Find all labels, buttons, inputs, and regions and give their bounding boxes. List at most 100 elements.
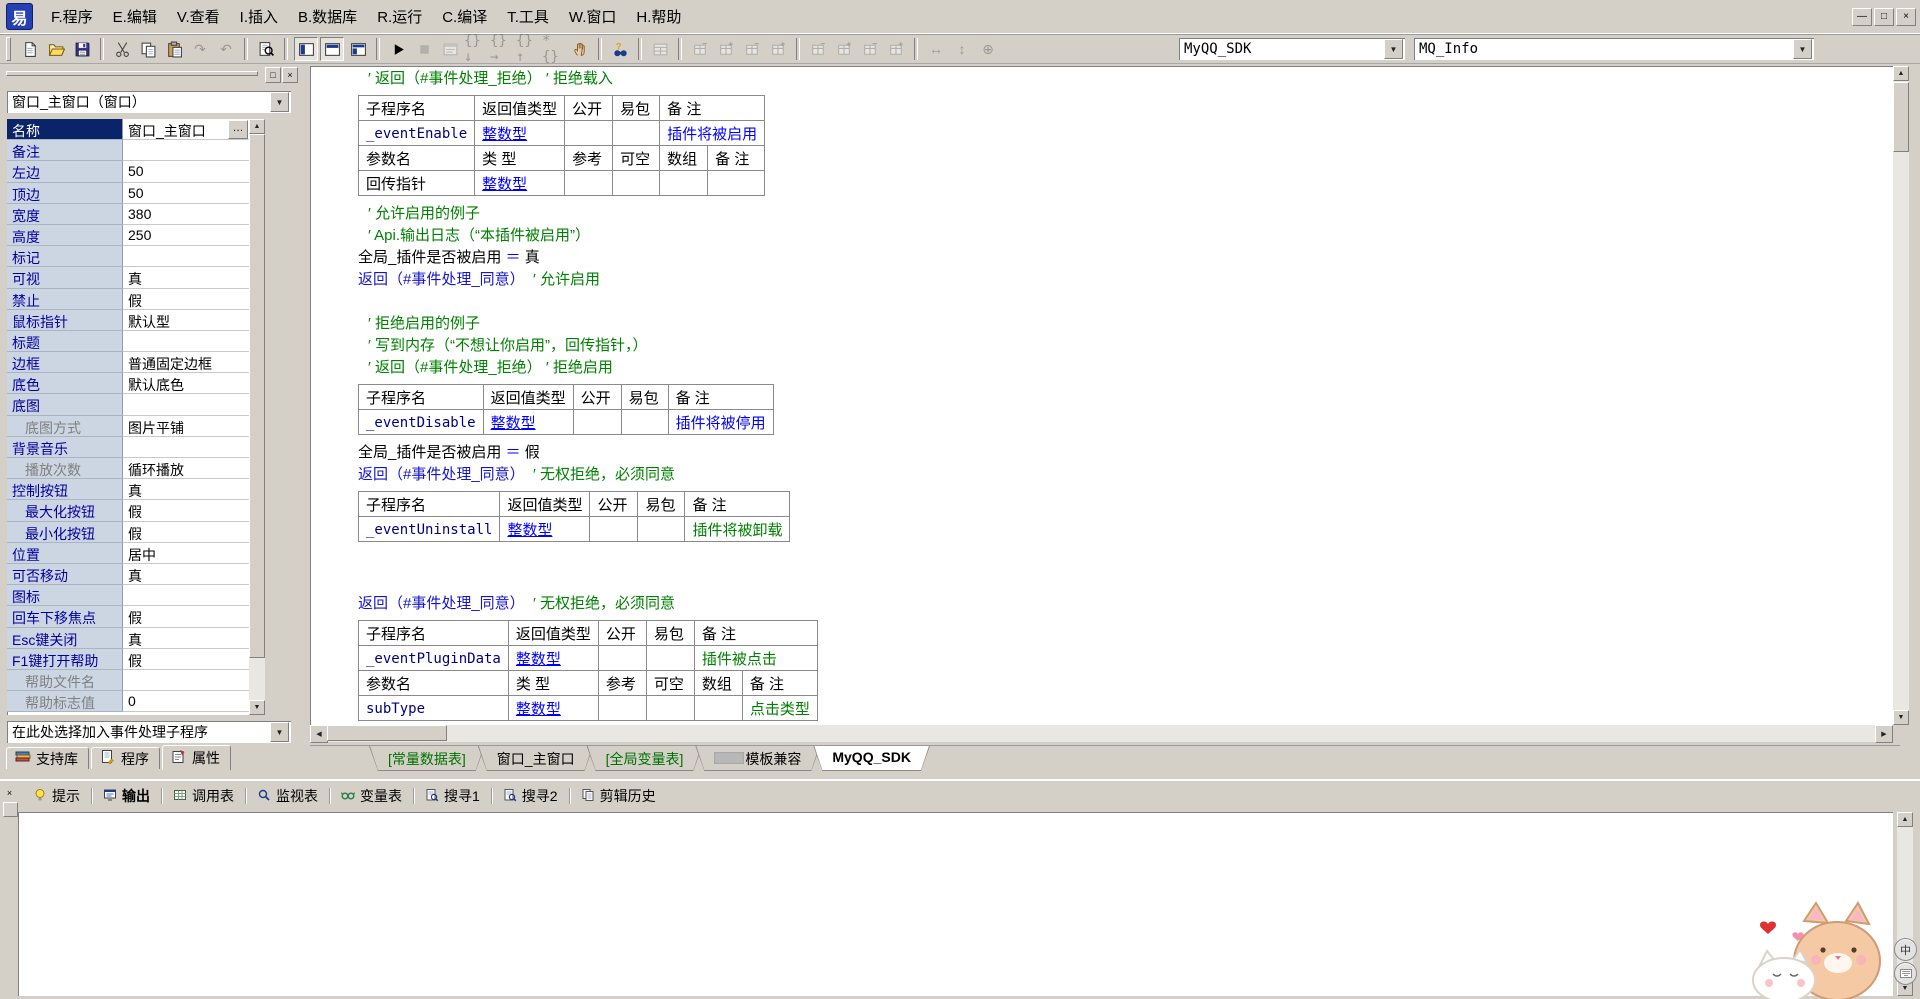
run-button[interactable] — [386, 37, 410, 61]
property-value[interactable]: 50 — [123, 183, 249, 204]
menu-item[interactable]: T.工具 — [497, 3, 559, 30]
insert-table-row-button[interactable] — [858, 37, 882, 61]
event-handler-combobox[interactable]: 在此处选择加入事件处理子程序 ▼ — [7, 721, 291, 743]
property-row[interactable]: 禁止假 — [7, 289, 249, 310]
property-row[interactable]: 名称窗口_主窗口… — [7, 119, 249, 140]
property-row[interactable]: 帮助文件名 — [7, 670, 249, 691]
property-value[interactable]: 250 — [123, 225, 249, 246]
copy-button[interactable] — [136, 37, 160, 61]
property-row[interactable]: 背景音乐 — [7, 437, 249, 458]
doc-tab-[常量数据表][interactable]: [常量数据表] — [369, 746, 485, 771]
property-row[interactable]: 图标 — [7, 585, 249, 606]
property-row[interactable]: 可否移动真 — [7, 564, 249, 585]
property-row[interactable]: 备注 — [7, 140, 249, 161]
pause-button[interactable] — [568, 37, 592, 61]
open-file-button[interactable] — [44, 37, 68, 61]
property-row[interactable]: 可视真 — [7, 267, 249, 288]
menu-item[interactable]: F.程序 — [41, 3, 103, 30]
property-row[interactable]: 播放次数循环播放 — [7, 458, 249, 479]
property-row[interactable]: 帮助标志值0 — [7, 691, 249, 712]
property-row[interactable]: 回车下移焦点假 — [7, 606, 249, 627]
param-type-cell[interactable]: 整数型 — [508, 696, 598, 721]
param-name-cell[interactable]: 回传指针 — [359, 171, 475, 196]
mdi-restore-button[interactable]: □ — [1874, 8, 1894, 26]
scroll-down-button[interactable]: ▼ — [1893, 710, 1909, 725]
fit-height-button[interactable]: ↕ — [950, 37, 974, 61]
scroll-up-button[interactable]: ▲ — [1893, 66, 1909, 81]
menu-item[interactable]: V.查看 — [167, 3, 230, 30]
property-row[interactable]: F1键打开帮助假 — [7, 649, 249, 670]
property-row[interactable]: 边框普通固定边框 — [7, 352, 249, 373]
merge-table-cells-button[interactable] — [806, 37, 830, 61]
remark-cell[interactable]: 插件被点击 — [694, 646, 817, 671]
param-remark-cell[interactable] — [708, 171, 765, 196]
property-row[interactable]: 控制按钮真 — [7, 479, 249, 500]
output-tab-调用表[interactable]: 调用表 — [162, 786, 245, 806]
stop-button[interactable] — [412, 37, 436, 61]
tab-程序[interactable]: 程序 — [91, 747, 160, 769]
new-file-button[interactable] — [18, 37, 42, 61]
fit-width-button[interactable]: ↔ — [924, 37, 948, 61]
detach-output-button[interactable] — [3, 802, 18, 817]
find-button[interactable] — [254, 37, 278, 61]
delete-table-row-button[interactable] — [884, 37, 908, 61]
remark-cell[interactable]: 插件将被启用 — [660, 121, 765, 146]
property-value[interactable]: 假 — [123, 289, 249, 310]
property-value[interactable]: 真 — [123, 564, 249, 585]
panel-restore-button[interactable]: □ — [265, 67, 281, 83]
dropdown-arrow-icon[interactable]: ▼ — [1793, 39, 1812, 59]
doc-tab-模板兼容[interactable]: 模板兼容 — [695, 746, 820, 771]
type-link[interactable]: 整数型 — [516, 701, 561, 718]
property-row[interactable]: 最小化按钮假 — [7, 522, 249, 543]
type-link[interactable]: 整数型 — [482, 126, 527, 143]
remark-cell[interactable]: 插件将被卸载 — [685, 517, 790, 542]
property-value[interactable]: 380 — [123, 204, 249, 225]
output-tab-搜寻2[interactable]: 搜寻2 — [492, 786, 569, 806]
dropdown-arrow-icon[interactable]: ▼ — [270, 722, 289, 742]
toolbar-grip[interactable] — [6, 37, 11, 61]
property-value[interactable]: 0 — [123, 691, 249, 712]
property-value[interactable]: 假 — [123, 649, 249, 670]
new-data-member-button[interactable] — [688, 37, 712, 61]
property-value[interactable]: 假 — [123, 500, 249, 521]
output-tab-监视表[interactable]: 监视表 — [246, 786, 329, 806]
subroutine-combobox[interactable]: MyQQ_SDK ▼ — [1179, 38, 1405, 60]
property-value[interactable] — [123, 670, 249, 691]
scroll-thumb[interactable] — [1893, 82, 1909, 152]
property-row[interactable]: 鼠标指针默认型 — [7, 310, 249, 331]
property-value[interactable]: 默认型 — [123, 310, 249, 331]
step-into-button[interactable]: {}↓ — [464, 37, 488, 61]
menu-item[interactable]: B.数据库 — [288, 3, 367, 30]
return-type-cell[interactable]: 整数型 — [508, 646, 598, 671]
redo-button[interactable]: ↷ — [188, 37, 212, 61]
subroutine-name-cell[interactable]: _eventEnable — [359, 121, 475, 146]
swap-data-members-button[interactable] — [740, 37, 764, 61]
property-value[interactable] — [123, 140, 249, 161]
menu-item[interactable]: H.帮助 — [626, 3, 691, 30]
property-row[interactable]: 宽度380 — [7, 204, 249, 225]
param-remark-cell[interactable]: 点击类型 — [742, 696, 817, 721]
scroll-right-button[interactable]: ▶ — [1875, 725, 1893, 743]
property-row[interactable]: 底图 — [7, 394, 249, 415]
menu-item[interactable]: R.运行 — [367, 3, 432, 30]
type-link[interactable]: 整数型 — [507, 522, 552, 539]
property-value[interactable]: 假 — [123, 606, 249, 627]
param-type-cell[interactable]: 整数型 — [475, 171, 565, 196]
output-console[interactable] — [18, 812, 1893, 996]
remark-cell[interactable]: 插件将被停用 — [668, 410, 773, 435]
subroutine-name-cell[interactable]: _eventDisable — [359, 410, 484, 435]
property-value[interactable]: 真 — [123, 628, 249, 649]
property-row[interactable]: 底色默认底色 — [7, 373, 249, 394]
subroutine-name-cell[interactable]: _eventPluginData — [359, 646, 509, 671]
tab-支持库[interactable]: 支持库 — [6, 747, 89, 769]
debug-window-button[interactable] — [438, 37, 462, 61]
ime-chinese-button[interactable]: 中 — [1894, 938, 1917, 961]
fit-both-button[interactable]: ⊕ — [976, 37, 1000, 61]
type-link[interactable]: 整数型 — [491, 415, 536, 432]
menu-item[interactable]: C.编译 — [432, 3, 497, 30]
dropdown-arrow-icon[interactable]: ▼ — [1384, 39, 1403, 59]
property-value[interactable]: 默认底色 — [123, 373, 249, 394]
mdi-close-button[interactable]: × — [1896, 8, 1916, 26]
mdi-minimize-button[interactable]: — — [1852, 8, 1872, 26]
property-value[interactable]: 假 — [123, 522, 249, 543]
